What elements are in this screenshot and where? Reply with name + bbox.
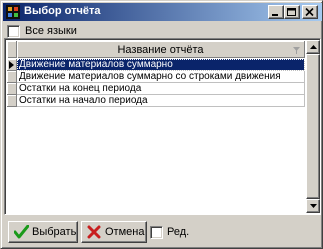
row-indicator: [7, 83, 17, 95]
minimize-button[interactable]: [268, 5, 284, 19]
grid-rows: Движение материалов суммарно Движение ма…: [7, 59, 305, 107]
report-name-cell: Остатки на конец периода: [17, 83, 305, 95]
indicator-column-header: [7, 41, 17, 58]
cancel-button[interactable]: Отмена: [81, 221, 147, 243]
report-grid[interactable]: Название отчёта Движение материалов сумм…: [4, 38, 321, 215]
current-row-arrow-icon: [9, 61, 14, 69]
close-icon: [305, 8, 314, 17]
filter-icon[interactable]: [293, 45, 300, 57]
grid-header: Название отчёта: [7, 41, 305, 58]
row-indicator: [7, 59, 17, 71]
table-row[interactable]: Движение материалов суммарно со строками…: [7, 71, 305, 83]
arrow-down-icon: [310, 204, 317, 208]
edit-label: Ред.: [167, 226, 190, 238]
maximize-icon: [287, 8, 296, 16]
choose-button[interactable]: Выбрать: [8, 221, 78, 243]
report-name-cell: Остатки на начало периода: [17, 95, 305, 107]
footer-bar: Выбрать Отмена Ред.: [4, 217, 321, 247]
window-title: Выбор отчёта: [24, 5, 101, 17]
app-icon: [5, 4, 21, 20]
choose-button-label: Выбрать: [32, 226, 77, 238]
row-indicator: [7, 71, 17, 83]
report-name-cell: Движение материалов суммарно: [17, 59, 305, 71]
table-row[interactable]: Остатки на начало периода: [7, 95, 305, 107]
cancel-button-label: Отмена: [105, 226, 145, 238]
all-languages-label: Все языки: [25, 25, 77, 37]
arrow-up-icon: [310, 45, 317, 49]
title-bar[interactable]: Выбор отчёта: [3, 3, 322, 21]
close-button[interactable]: [302, 5, 318, 19]
scroll-thumb[interactable]: [306, 54, 320, 199]
check-icon: [14, 225, 29, 239]
all-languages-checkbox[interactable]: [7, 25, 20, 38]
minimize-icon: [272, 14, 278, 16]
report-name-cell: Движение материалов суммарно со строками…: [17, 71, 305, 83]
row-indicator: [7, 95, 17, 107]
vertical-scrollbar[interactable]: [306, 40, 320, 213]
table-row[interactable]: Остатки на конец периода: [7, 83, 305, 95]
report-select-window: Выбор отчёта Все языки Название отчёта Д…: [0, 0, 323, 249]
maximize-button[interactable]: [284, 5, 300, 19]
scroll-down-button[interactable]: [306, 199, 320, 213]
column-header-label: Название отчёта: [117, 44, 204, 56]
column-header-report-name[interactable]: Название отчёта: [17, 41, 305, 58]
scroll-up-button[interactable]: [306, 40, 320, 54]
cross-icon: [87, 225, 101, 239]
table-row[interactable]: Движение материалов суммарно: [7, 59, 305, 71]
edit-checkbox[interactable]: [150, 226, 163, 239]
